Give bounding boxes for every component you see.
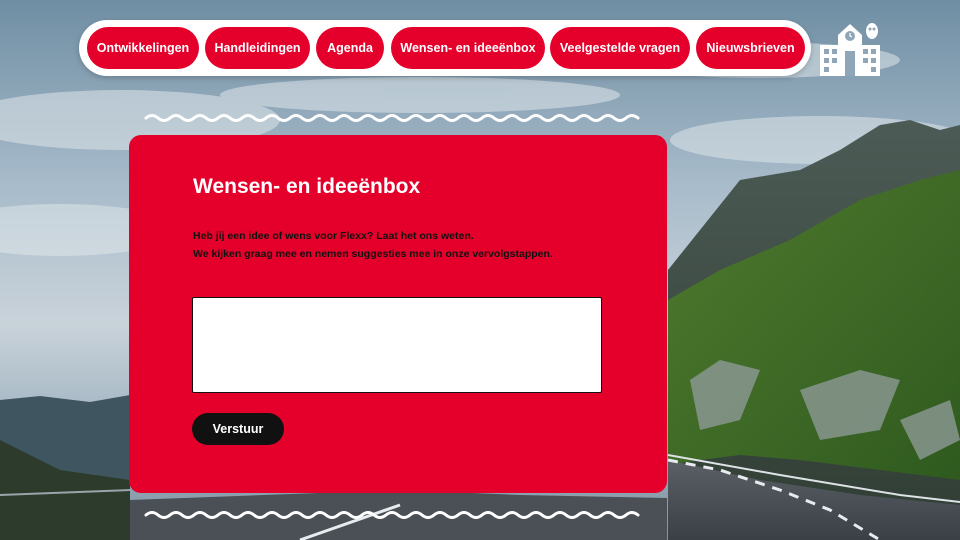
wavy-divider-top: [144, 114, 640, 122]
page-title: Wensen- en ideeënbox: [193, 175, 421, 198]
nav-wensen-ideeenbox-button[interactable]: Wensen- en ideeënbox: [391, 27, 545, 69]
wavy-divider-bottom: [144, 511, 640, 519]
main-navigation: Ontwikkelingen Handleidingen Agenda Wens…: [79, 20, 811, 76]
nav-ontwikkelingen-button[interactable]: Ontwikkelingen: [87, 27, 199, 69]
submit-button[interactable]: Verstuur: [192, 413, 284, 445]
nav-veelgestelde-vragen-button[interactable]: Veelgestelde vragen: [550, 27, 690, 69]
panel-description: Heb jij een idee of wens voor Flexx? Laa…: [193, 227, 653, 263]
description-line: Heb jij een idee of wens voor Flexx? Laa…: [193, 230, 474, 242]
idea-box-panel: Wensen- en ideeënbox Heb jij een idee of…: [129, 135, 667, 493]
description-line: We kijken graag mee en nemen suggesties …: [193, 248, 553, 260]
nav-handleidingen-button[interactable]: Handleidingen: [205, 27, 310, 69]
school-building-icon[interactable]: [818, 21, 882, 76]
idea-textarea[interactable]: [192, 297, 602, 393]
nav-agenda-button[interactable]: Agenda: [316, 27, 384, 69]
nav-nieuwsbrieven-button[interactable]: Nieuwsbrieven: [696, 27, 805, 69]
